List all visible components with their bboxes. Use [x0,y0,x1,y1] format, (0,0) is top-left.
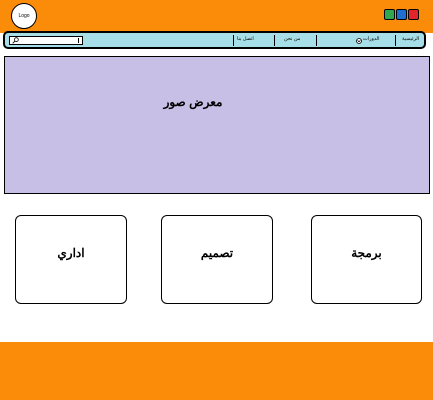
red-window-button[interactable] [408,9,419,20]
search-icon [12,37,19,44]
blue-window-button[interactable] [396,9,407,20]
nav-bar: اتصل بنا من نحن الدورات الرئيسية [3,31,426,49]
window-buttons [384,9,419,20]
card-label: اداري [57,246,85,260]
card-admin[interactable]: اداري [15,215,127,304]
nav-separator [274,35,275,46]
card-design[interactable]: تصميم [161,215,273,304]
nav-item-courses[interactable]: الدورات [363,36,379,42]
green-window-button[interactable] [384,9,395,20]
nav-item-contact[interactable]: اتصل بنا [237,36,254,42]
card-label: برمجة [351,246,382,260]
nav-item-home[interactable]: الرئيسية [402,36,419,42]
nav-separator [316,35,317,46]
card-programming[interactable]: برمجة [311,215,422,304]
logo-text: Logo [18,13,30,19]
nav-separator [395,35,396,46]
chevron-down-icon[interactable] [356,38,362,44]
gallery-title: معرض صور [163,95,223,109]
nav-separator [233,35,234,46]
text-cursor [78,38,79,43]
footer [0,342,433,400]
card-label: تصميم [200,246,234,260]
image-gallery[interactable]: معرض صور [4,56,430,194]
nav-item-about[interactable]: من نحن [284,36,300,42]
search-input[interactable] [9,36,83,45]
header-bar: Logo [0,0,433,33]
logo[interactable]: Logo [11,3,37,29]
